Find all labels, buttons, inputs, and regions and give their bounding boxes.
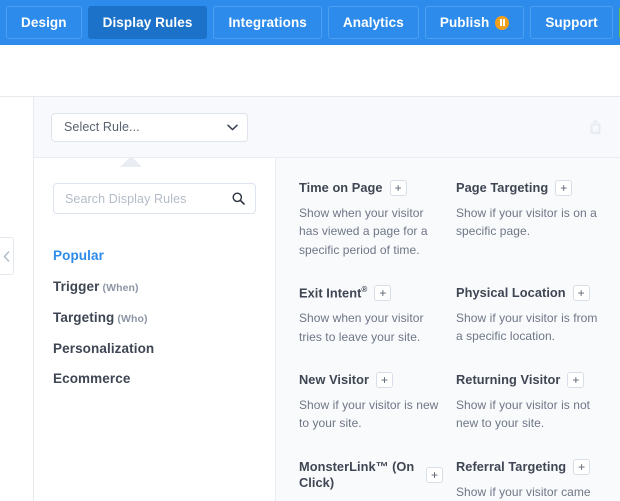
rule-head: MonsterLink™ (On Click) + <box>299 459 443 492</box>
panel-header: Select Rule... <box>34 97 620 167</box>
rule-description: Show if your visitor came to your site f… <box>456 484 591 499</box>
panel-collapse-handle[interactable] <box>0 237 14 275</box>
tab-label: Display Rules <box>102 15 193 30</box>
search-icon[interactable] <box>232 192 245 205</box>
search-display-rules-box[interactable] <box>53 183 256 214</box>
add-rule-button[interactable]: + <box>389 180 407 197</box>
sub-toolbar-area <box>0 45 620 97</box>
rule-title: Returning Visitor <box>456 371 561 387</box>
sidebar-item-ecommerce[interactable]: Ecommerce <box>53 364 256 395</box>
add-rule-button[interactable]: + <box>426 466 443 483</box>
rule-head: Physical Location + <box>456 284 600 302</box>
rule-title: MonsterLink™ (On Click) <box>299 458 415 490</box>
rule-head: Exit Intent® + <box>299 285 443 302</box>
sidebar-item-trigger[interactable]: Trigger (When) <box>53 272 256 303</box>
rule-title-text: Exit Intent <box>299 285 362 301</box>
add-rule-button[interactable]: + <box>567 372 585 389</box>
tab-label: Support <box>545 15 598 30</box>
rule-card-time-on-page[interactable]: Time on Page + Show when your visitor ha… <box>299 180 443 285</box>
sidebar-item-label: Targeting <box>53 309 115 325</box>
sidebar-item-label: Ecommerce <box>53 371 131 387</box>
search-input[interactable] <box>65 191 232 206</box>
rule-head: Time on Page + <box>299 180 443 197</box>
panel-body: Popular Trigger(When) Targeting(Who) Per… <box>34 158 620 501</box>
rule-card-returning-visitor[interactable]: Returning Visitor + Show if your visitor… <box>456 372 600 459</box>
rule-card-physical-location[interactable]: Physical Location + Show if your visitor… <box>456 285 600 372</box>
sidebar-item-label: Personalization <box>53 340 155 356</box>
rule-title: Page Targeting <box>456 180 549 195</box>
rules-category-nav: Popular Trigger (When) Targeting (Who) Per… <box>53 241 256 395</box>
rules-sidebar: Popular Trigger(When) Targeting(Who) Per… <box>34 158 276 501</box>
display-rules-panel: Select Rule... Search Display Rules Popu… <box>33 97 620 501</box>
trash-icon[interactable] <box>589 120 602 135</box>
rule-head: New Visitor + <box>299 371 443 389</box>
rule-head: Page Targeting + <box>456 180 600 197</box>
pause-icon <box>495 15 510 30</box>
add-rule-button[interactable]: + <box>376 372 394 389</box>
rule-title-superscript: ® <box>361 284 368 294</box>
rule-description: Show if your visitor is on a specific pa… <box>456 206 597 239</box>
tab-design[interactable]: Design <box>6 6 82 39</box>
tab-integrations[interactable]: Integrations <box>213 6 322 39</box>
rule-description: Show when your visitor tries to leave yo… <box>299 311 424 344</box>
sidebar-item-sublabel: (Who) <box>117 312 148 325</box>
rule-title: Physical Location <box>456 284 566 300</box>
panel-notch <box>120 156 142 167</box>
rule-title: Exit Intent® <box>299 285 367 302</box>
top-toolbar: Design Display Rules Integrations Analyt… <box>0 0 620 45</box>
sidebar-item-popular[interactable]: Popular <box>53 241 256 272</box>
add-rule-button[interactable]: + <box>572 285 590 302</box>
add-rule-button[interactable]: + <box>555 180 573 197</box>
main-region: Select Rule... Search Display Rules Popu… <box>0 97 620 501</box>
rule-card-monsterlink[interactable]: MonsterLink™ (On Click) + Show when the … <box>299 459 443 501</box>
rule-card-new-visitor[interactable]: New Visitor + Show if your visitor is ne… <box>299 372 443 459</box>
rule-card-exit-intent[interactable]: Exit Intent® + Show when your visitor tr… <box>299 285 443 372</box>
rule-card-page-targeting[interactable]: Page Targeting + Show if your visitor is… <box>456 180 600 285</box>
rule-card-referral-targeting[interactable]: Referral Targeting + Show if your visito… <box>456 459 600 501</box>
tab-label: Analytics <box>342 15 404 30</box>
chevron-left-icon <box>3 250 10 262</box>
add-rule-button[interactable]: + <box>374 285 392 302</box>
tab-label: Design <box>21 15 67 30</box>
rule-title: Time on Page <box>299 180 383 195</box>
sidebar-item-label: Popular <box>53 248 104 263</box>
select-rule-dropdown[interactable]: Select Rule... <box>51 112 248 142</box>
select-rule-label: Select Rule... <box>64 120 140 134</box>
sidebar-item-personalization[interactable]: Personalization <box>53 334 256 365</box>
rule-head: Returning Visitor + <box>456 371 600 389</box>
rule-title: New Visitor <box>299 371 370 387</box>
rule-head: Referral Targeting + <box>456 459 600 475</box>
tab-display-rules[interactable]: Display Rules <box>87 6 208 39</box>
rule-description: Show if your visitor is not new to your … <box>456 398 591 431</box>
tab-label: Integrations <box>228 15 307 30</box>
rule-description: Show if your visitor is from a specific … <box>456 311 598 344</box>
rules-grid: Time on Page + Show when your visitor ha… <box>276 158 620 501</box>
rule-description: Show when your visitor has viewed a page… <box>299 206 428 257</box>
chevron-down-icon <box>227 124 238 130</box>
sidebar-item-label: Trigger <box>53 278 100 294</box>
rule-description: Show if your visitor is new to your site… <box>299 398 439 431</box>
sidebar-item-targeting[interactable]: Targeting (Who) <box>53 303 256 334</box>
tab-publish[interactable]: Publish <box>424 6 525 39</box>
sidebar-item-sublabel: (When) <box>102 281 139 294</box>
add-rule-button[interactable]: + <box>573 458 591 475</box>
rule-title: Referral Targeting <box>456 458 567 474</box>
tab-label: Publish <box>439 15 490 30</box>
tab-analytics[interactable]: Analytics <box>327 6 419 39</box>
tab-support[interactable]: Support <box>530 6 613 39</box>
